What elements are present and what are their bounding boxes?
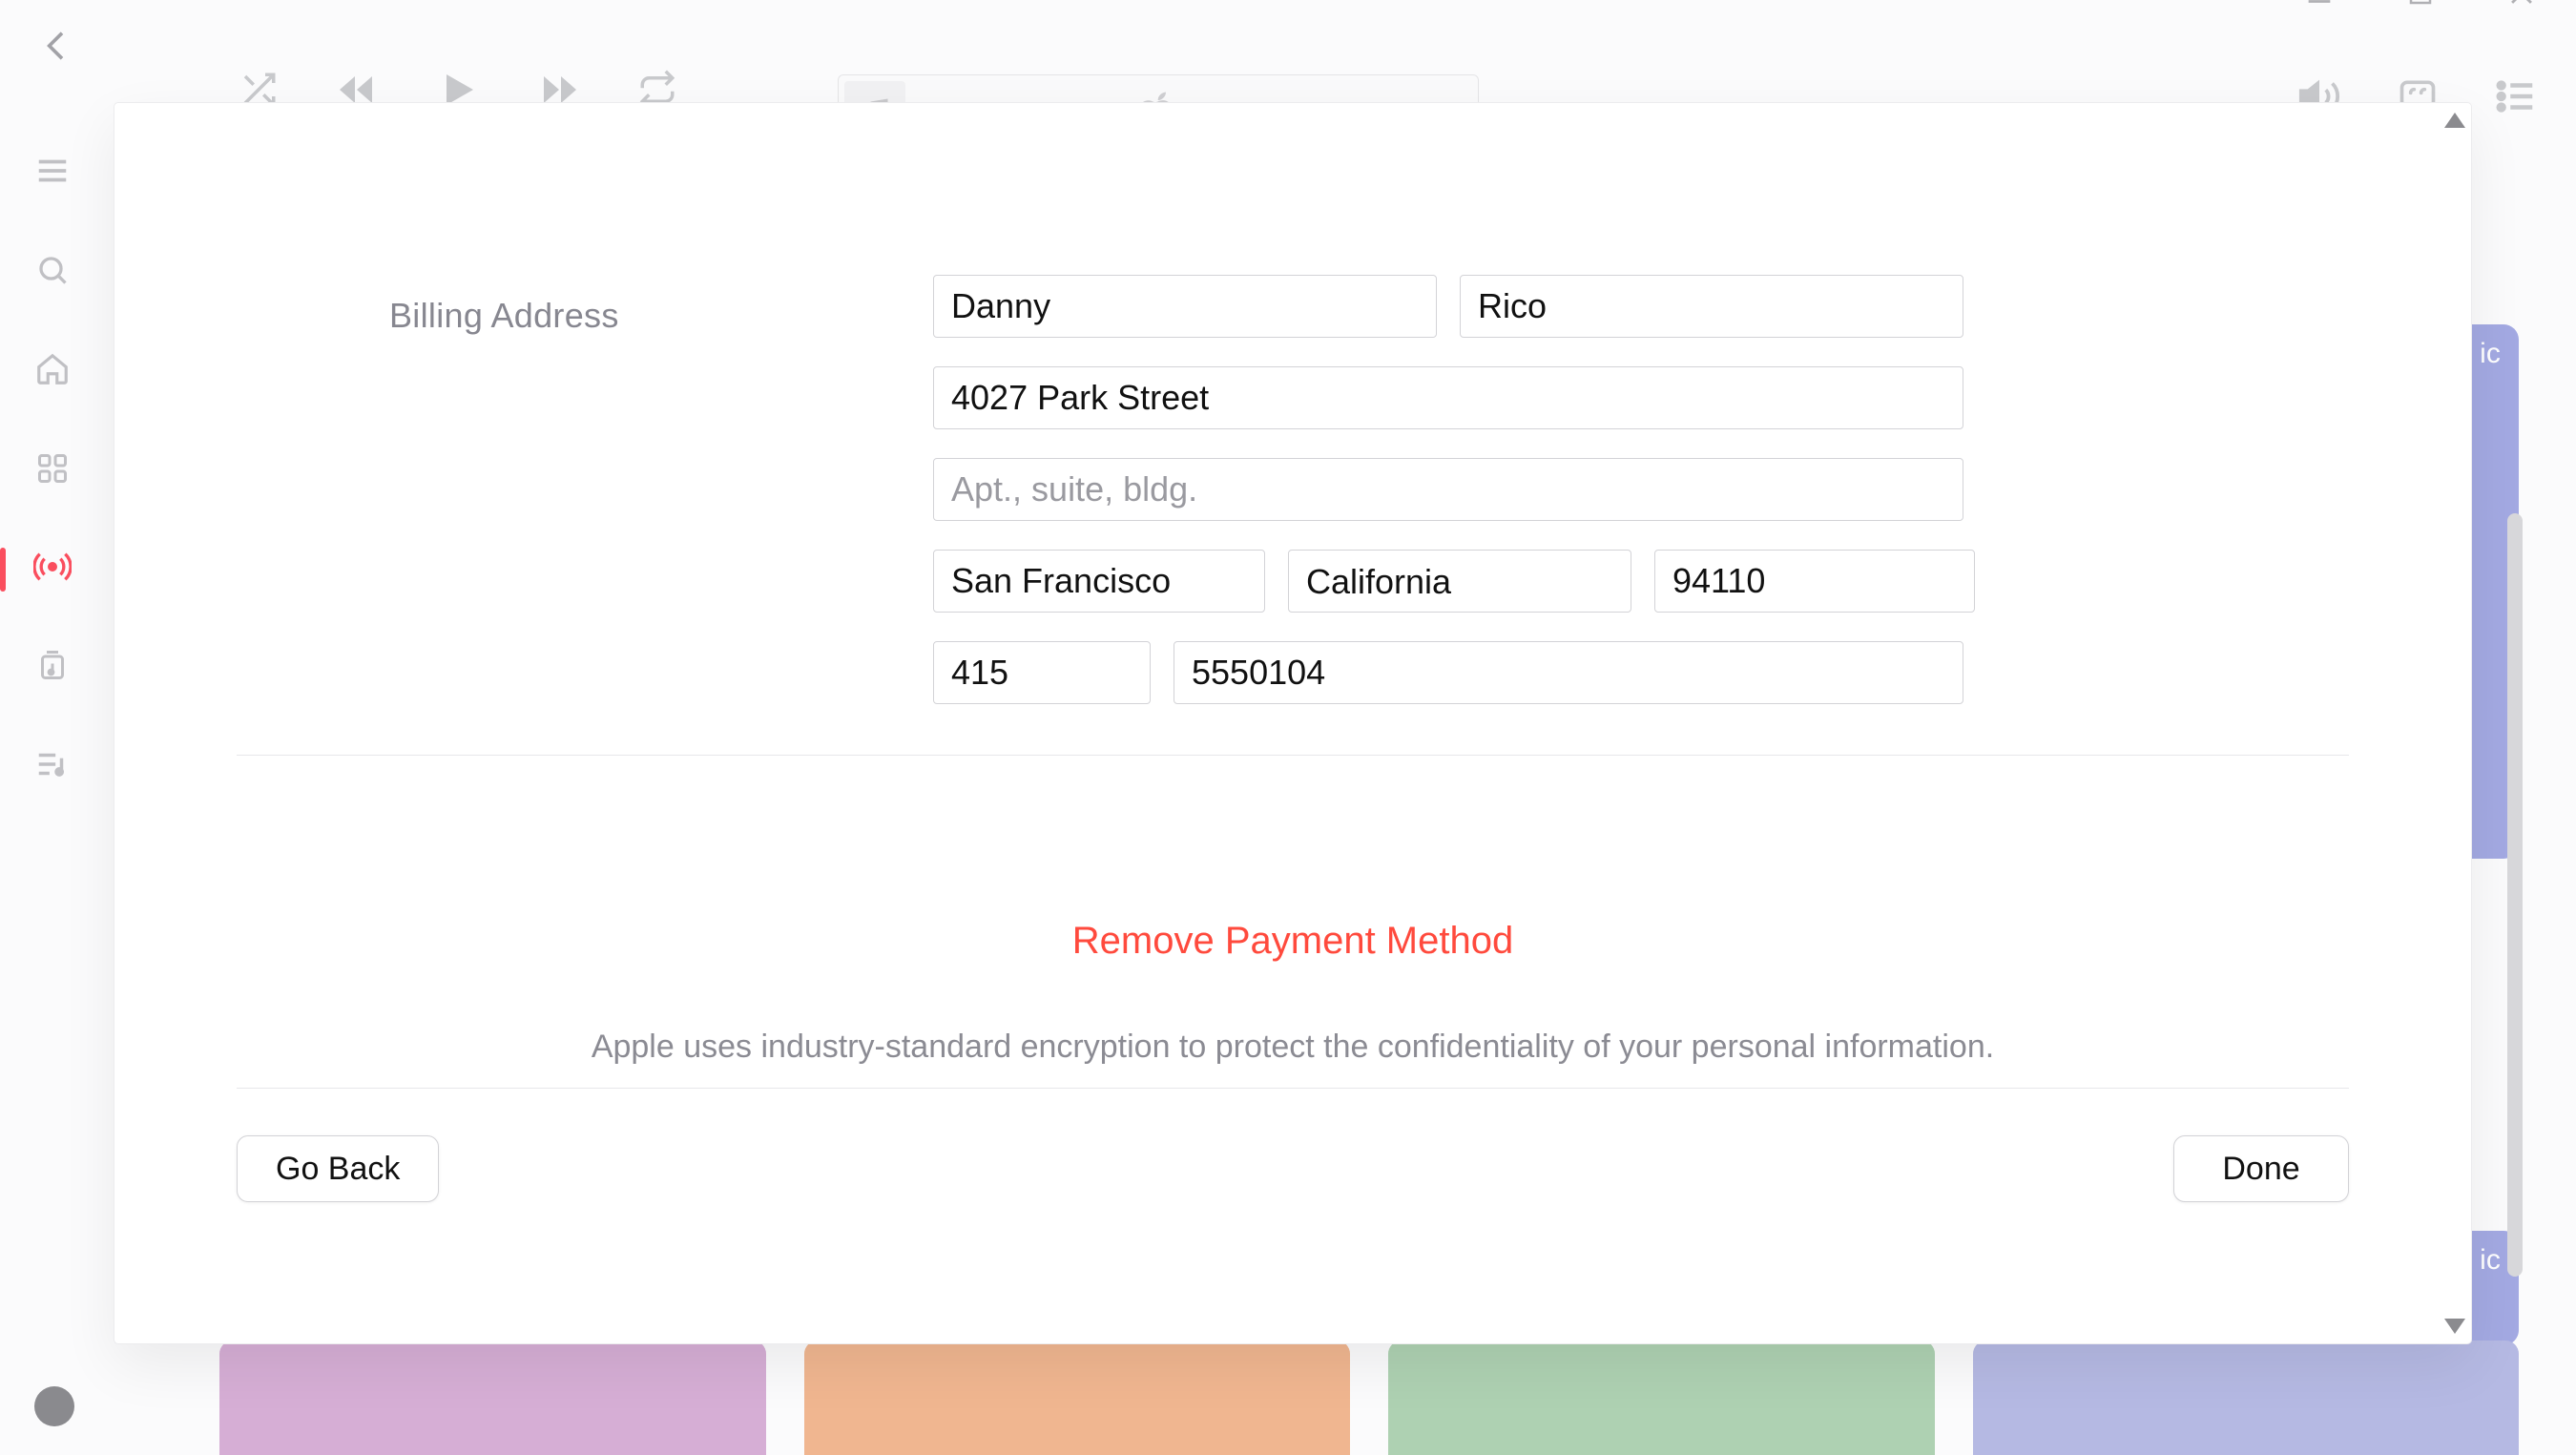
zip-field[interactable]: [1654, 550, 1975, 613]
scroll-up-icon[interactable]: [2444, 113, 2465, 128]
encryption-disclosure: Apple uses industry-standard encryption …: [114, 1029, 2471, 1066]
last-name-field[interactable]: [1460, 275, 1963, 338]
background-cards: [219, 1341, 2519, 1455]
section-label: Billing Address: [389, 296, 619, 336]
street-address-field[interactable]: [933, 366, 1963, 429]
divider: [237, 755, 2349, 756]
state-select[interactable]: California: [1288, 550, 1631, 613]
apt-suite-field[interactable]: [933, 458, 1963, 521]
panel-scrollbar[interactable]: [2444, 113, 2465, 1334]
window-close-icon: [2505, 0, 2538, 10]
window-maximize-icon: [2406, 0, 2435, 8]
scroll-thumb[interactable]: [2507, 513, 2523, 1277]
phone-number-field[interactable]: [1174, 641, 1963, 704]
browse-grid-icon: [32, 448, 73, 488]
done-button[interactable]: Done: [2173, 1135, 2349, 1202]
scroll-down-icon[interactable]: [2444, 1319, 2465, 1334]
window-minimize-icon: [2303, 0, 2336, 10]
divider: [237, 1088, 2349, 1089]
remove-payment-method-link[interactable]: Remove Payment Method: [114, 920, 2471, 963]
queue-list-icon: [2494, 74, 2538, 118]
search-icon: [32, 250, 73, 290]
radio-icon: [0, 548, 105, 586]
home-icon: [32, 349, 73, 389]
billing-address-panel: Billing Address California: [114, 103, 2471, 1343]
area-code-field[interactable]: [933, 641, 1151, 704]
hamburger-icon: [32, 151, 73, 191]
playlist-icon: [32, 744, 73, 784]
city-field[interactable]: [933, 550, 1265, 613]
user-avatar: [34, 1386, 74, 1426]
library-icon: [32, 645, 73, 685]
go-back-button[interactable]: Go Back: [237, 1135, 439, 1202]
sidebar: [0, 118, 105, 1455]
first-name-field[interactable]: [933, 275, 1437, 338]
